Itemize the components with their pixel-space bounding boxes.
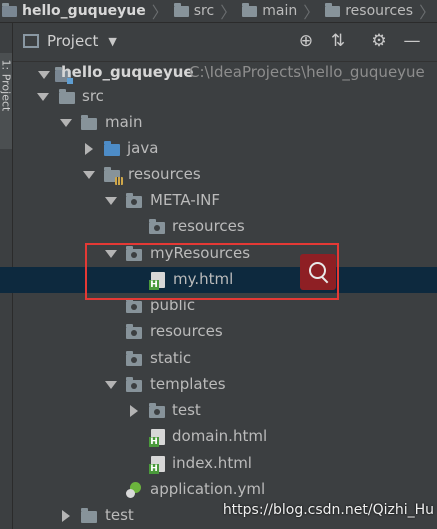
watermark: https://blog.csdn.net/Qizhi_Hu <box>222 502 434 518</box>
folder-icon <box>149 403 165 418</box>
breadcrumb-separator: 〉 <box>151 3 168 22</box>
html-file-icon: H <box>149 456 165 474</box>
search-icon-handle <box>321 276 329 284</box>
gear-icon[interactable]: ⚙ <box>369 31 389 51</box>
breadcrumb-separator: 〉 <box>303 3 320 22</box>
folder-icon <box>126 324 142 339</box>
folder-icon <box>149 219 165 234</box>
folder-icon <box>126 298 142 313</box>
expand-arrow-icon[interactable] <box>83 171 95 179</box>
folder-icon <box>242 2 258 17</box>
folder-icon <box>126 351 142 366</box>
tree-node-label: resources <box>172 217 245 235</box>
tree-node-label: templates <box>150 375 226 393</box>
breadcrumb-label: main <box>262 3 298 19</box>
breadcrumb-label: src <box>193 3 215 19</box>
folder-icon <box>59 89 75 104</box>
folder-icon <box>81 508 97 523</box>
expand-arrow-icon[interactable] <box>130 405 138 417</box>
tree-node-main[interactable]: main <box>13 110 437 136</box>
tree-node-src[interactable]: src <box>13 84 437 110</box>
source-folder-icon <box>104 141 120 156</box>
tree-node-label: test <box>172 401 201 419</box>
tree-node-label: main <box>105 113 143 131</box>
tree-node-label: test <box>105 506 134 524</box>
chevron-down-icon: ▼ <box>108 34 117 48</box>
project-tool-header: Project ▼ ⊕ ⇅ ⚙ — <box>13 23 437 62</box>
expand-arrow-icon[interactable] <box>37 93 49 101</box>
tree-node-label: META-INF <box>150 191 221 209</box>
expand-arrow-icon[interactable] <box>38 71 50 79</box>
tree-node-label: resources <box>128 165 201 183</box>
folder-icon <box>81 115 97 130</box>
tree-node-label: src <box>82 87 104 105</box>
tree-node-index-html[interactable]: H index.html <box>13 451 437 477</box>
crosshair-icon[interactable]: ⊕ <box>296 31 316 51</box>
folder-icon <box>173 2 189 17</box>
tree-node-label: domain.html <box>172 427 268 445</box>
tree-node-meta-resources[interactable]: resources <box>13 214 437 240</box>
project-view-label: Project <box>47 32 99 50</box>
project-view-selector[interactable]: Project ▼ <box>23 32 117 50</box>
expand-arrow-icon[interactable] <box>105 381 117 389</box>
tree-node-meta-inf[interactable]: META-INF <box>13 188 437 214</box>
expand-arrow-icon[interactable] <box>60 119 72 127</box>
breadcrumb-label: resources <box>345 3 414 19</box>
folder-icon <box>126 193 142 208</box>
tree-node-label: application.yml <box>150 480 266 498</box>
expand-arrow-icon[interactable] <box>85 143 93 155</box>
tree-node-templates[interactable]: templates <box>13 372 437 398</box>
expand-arrow-icon[interactable] <box>62 510 70 522</box>
resources-folder-icon <box>104 167 123 185</box>
breadcrumb-item-resources[interactable]: resources <box>325 2 414 19</box>
tree-node-label: java <box>127 139 159 157</box>
project-name: hello_guqueyue <box>61 63 194 81</box>
breadcrumb-item-src[interactable]: src <box>173 2 215 19</box>
minimize-icon[interactable]: — <box>402 31 422 51</box>
tree-node-label: index.html <box>172 454 252 472</box>
breadcrumb-label: hello_guqueyue <box>22 3 146 19</box>
spring-config-icon <box>126 482 142 498</box>
breadcrumb-separator: 〉 <box>419 3 436 22</box>
search-button[interactable] <box>300 254 336 290</box>
tree-node-templates-test[interactable]: test <box>13 398 437 424</box>
folder-icon <box>126 377 142 392</box>
html-file-icon: H <box>149 429 165 447</box>
tree-node-resources[interactable]: resources <box>13 162 437 188</box>
tree-node-domain-html[interactable]: H domain.html <box>13 424 437 450</box>
project-path: C:\IdeaProjects\hello_guqueyue <box>189 63 425 81</box>
tree-node-static[interactable]: static <box>13 346 437 372</box>
collapse-icon[interactable]: ⇅ <box>328 31 348 51</box>
navigation-breadcrumb: hello_guqueyue 〉 src 〉 main 〉 resources … <box>0 0 437 23</box>
tree-node-java[interactable]: java <box>13 136 437 162</box>
project-tool-tab[interactable]: 1: Project <box>0 53 13 149</box>
project-tool-tab-label: 1: Project <box>0 59 13 112</box>
tree-node-application-yml[interactable]: application.yml <box>13 477 437 503</box>
project-window-icon <box>23 34 39 48</box>
folder-icon <box>2 2 17 17</box>
breadcrumb-item-project[interactable]: hello_guqueyue <box>2 2 146 19</box>
tree-node-label: resources <box>150 322 223 340</box>
folder-icon <box>325 2 341 17</box>
tree-node-resources-2[interactable]: resources <box>13 319 437 345</box>
tree-node-label: static <box>150 349 192 367</box>
breadcrumb-item-main[interactable]: main <box>242 2 298 19</box>
breadcrumb-separator: 〉 <box>220 3 237 22</box>
expand-arrow-icon[interactable] <box>105 197 117 205</box>
